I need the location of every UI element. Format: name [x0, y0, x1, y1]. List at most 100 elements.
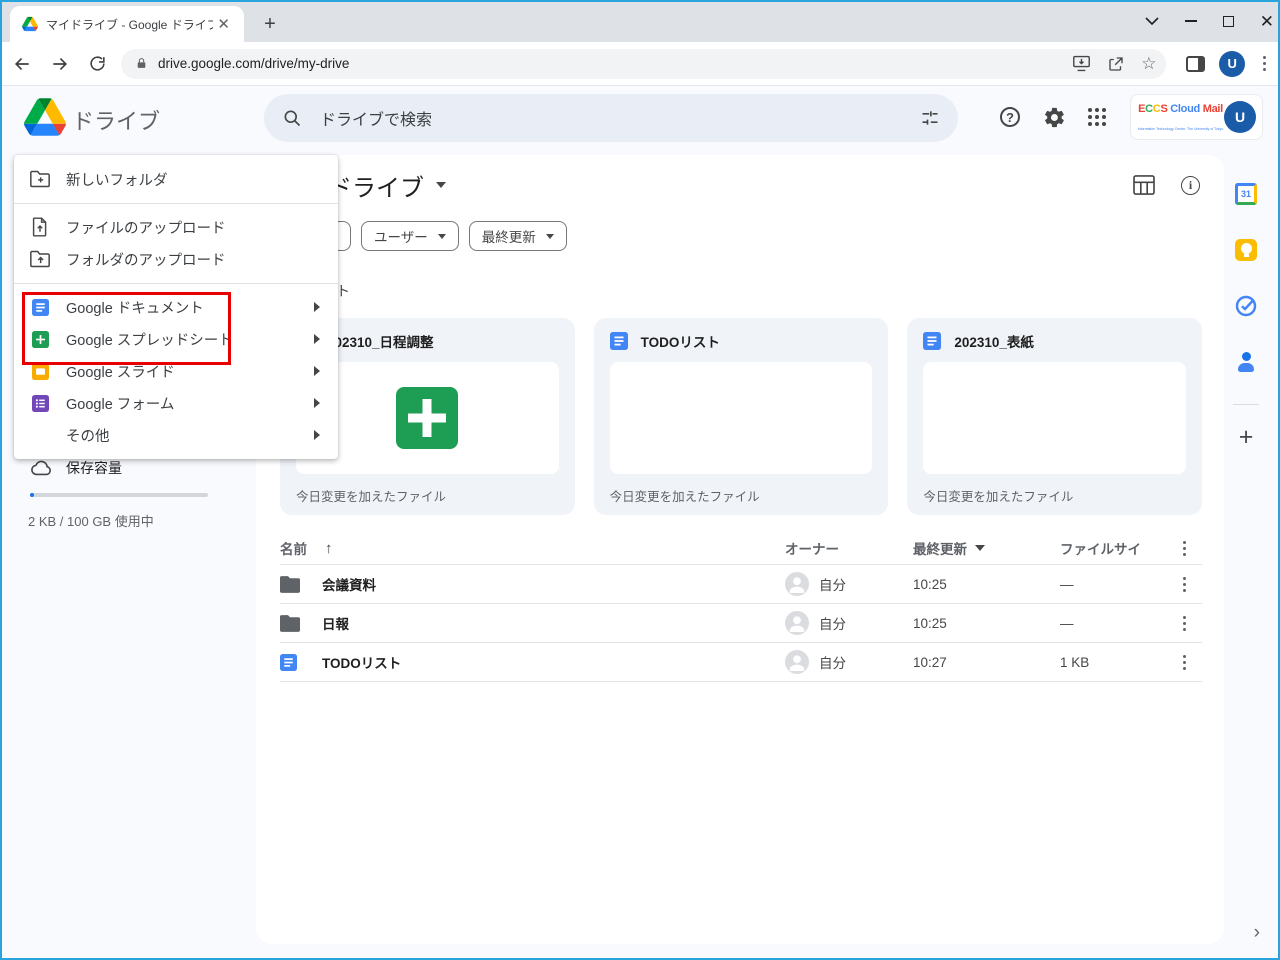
account-badge[interactable]: ECCS Cloud Mail Information Technology C… [1130, 94, 1263, 140]
owner-name: 自分 [819, 656, 846, 671]
drive-logo[interactable] [24, 98, 66, 136]
chip-modified[interactable]: 最終更新 [468, 221, 567, 251]
storage-progressbar [30, 493, 208, 497]
chevron-down-icon [545, 233, 554, 239]
apps-grid-icon[interactable] [1077, 97, 1117, 137]
layout-toggle-icon[interactable] [1133, 175, 1155, 195]
owner-avatar-icon [785, 650, 809, 674]
address-bar[interactable]: drive.google.com/drive/my-drive ☆ [121, 48, 1167, 79]
col-size-header[interactable]: ファイルサイ [1060, 538, 1166, 558]
get-addons-button[interactable]: + [1239, 415, 1254, 459]
file-name: 日報 [322, 617, 349, 632]
window-controls: ✕ [1145, 0, 1274, 42]
calendar-icon[interactable]: 31 [1226, 166, 1266, 222]
settings-gear-icon[interactable] [1034, 97, 1074, 137]
chevron-down-icon [437, 233, 446, 239]
browser-avatar[interactable]: U [1219, 50, 1246, 77]
menu-item-new-folder[interactable]: 新しいフォルダ [14, 163, 338, 195]
modified-time: 10:27 [913, 654, 947, 670]
table-row[interactable]: 会議資料 自分 10:25 — [280, 565, 1202, 604]
new-tab-button[interactable]: + [258, 13, 282, 36]
contacts-icon[interactable] [1226, 334, 1266, 390]
row-menu-button[interactable] [1166, 621, 1202, 625]
search-input[interactable]: ドライブで検索 [264, 94, 958, 142]
tab-close-icon[interactable]: ✕ [213, 15, 234, 33]
install-app-icon[interactable] [1072, 55, 1091, 72]
app-name: ドライブ [72, 109, 161, 134]
col-name-header[interactable]: 名前 [280, 538, 307, 558]
menu-item-google-docs[interactable]: Google ドキュメント [14, 291, 338, 323]
help-button[interactable]: ? [990, 97, 1030, 137]
storage-progress-fill [30, 493, 34, 497]
chip-people[interactable]: ユーザー [361, 221, 459, 251]
storage-section[interactable]: 保存容量 [30, 458, 122, 478]
file-upload-icon [30, 217, 50, 237]
table-row[interactable]: 日報 自分 10:25 — [280, 604, 1202, 643]
docs-icon [609, 332, 628, 350]
title-caret-icon[interactable] [436, 182, 446, 188]
back-button[interactable] [6, 48, 38, 80]
row-menu-button[interactable] [1166, 582, 1202, 586]
docs-icon [30, 298, 50, 316]
collapse-panel-chevron[interactable]: › [1254, 922, 1260, 944]
table-row[interactable]: TODOリスト 自分 10:27 1 KB [280, 643, 1202, 682]
tasks-icon[interactable] [1226, 278, 1266, 334]
file-card[interactable]: 202310_表紙 今日変更を加えたファイル [907, 318, 1203, 515]
maximize-button[interactable] [1222, 15, 1234, 27]
file-card-reason: 今日変更を加えたファイル [923, 490, 1074, 504]
minimize-button[interactable] [1184, 20, 1197, 22]
submenu-arrow-icon [314, 430, 320, 440]
browser-toolbar: drive.google.com/drive/my-drive ☆ U [0, 42, 1280, 86]
forms-icon [30, 394, 50, 412]
side-panel-icon[interactable] [1186, 55, 1206, 72]
row-menu-button[interactable] [1166, 660, 1202, 664]
owner-name: 自分 [819, 617, 846, 632]
share-icon[interactable] [1107, 55, 1125, 73]
new-dropdown-menu: 新しいフォルダ ファイルのアップロード フォルダのアップロード Google ド… [14, 155, 338, 459]
window-close-button[interactable]: ✕ [1260, 13, 1274, 30]
suggested-cards: 202310_日程調整 今日変更を加えたファイル TODOリスト 今日変更を加え… [280, 318, 1203, 515]
window-chevron-icon[interactable] [1145, 17, 1159, 25]
file-card-name: TODOリスト [640, 335, 720, 350]
file-card-reason: 今日変更を加えたファイル [609, 490, 760, 504]
screen: マイドライブ - Google ドライブ ✕ + ✕ drive.google.… [0, 0, 1280, 960]
menu-item-file-upload[interactable]: ファイルのアップロード [14, 211, 338, 243]
browser-tabstrip: マイドライブ - Google ドライブ ✕ + ✕ [0, 0, 1280, 42]
browser-tab[interactable]: マイドライブ - Google ドライブ ✕ [10, 6, 244, 42]
forward-button[interactable] [44, 48, 76, 80]
browser-menu-icon[interactable] [1263, 62, 1266, 65]
menu-item-google-forms[interactable]: Google フォーム [14, 387, 338, 419]
slides-icon [30, 362, 50, 380]
menu-item-folder-upload[interactable]: フォルダのアップロード [14, 243, 338, 275]
col-modified-header[interactable]: 最終更新 [913, 538, 967, 558]
menu-item-google-sheets[interactable]: Google スプレッドシート [14, 323, 338, 355]
modified-time: 10:25 [913, 615, 947, 631]
keep-icon[interactable] [1226, 222, 1266, 278]
menu-item-more[interactable]: その他 [14, 419, 338, 451]
file-card[interactable]: TODOリスト 今日変更を加えたファイル [593, 318, 889, 515]
storage-usage-text: 2 KB / 100 GB 使用中 [28, 514, 154, 529]
url-text: drive.google.com/drive/my-drive [158, 56, 350, 71]
submenu-arrow-icon [314, 398, 320, 408]
search-options-icon[interactable] [920, 108, 940, 128]
col-owner-header[interactable]: オーナー [785, 538, 913, 558]
file-size: 1 KB [1060, 654, 1090, 670]
bookmark-star-icon[interactable]: ☆ [1141, 54, 1156, 74]
table-header-menu[interactable] [1166, 546, 1202, 550]
docs-icon [280, 653, 322, 671]
reload-button[interactable] [81, 48, 113, 80]
tab-title: マイドライブ - Google ドライブ [46, 17, 214, 32]
submenu-arrow-icon [314, 366, 320, 376]
side-panel: 31 + [1226, 166, 1266, 459]
drive-favicon [22, 16, 38, 32]
menu-item-google-slides[interactable]: Google スライド [14, 355, 338, 387]
folder-upload-icon [30, 250, 50, 268]
sort-asc-icon[interactable]: ↑ [325, 540, 333, 557]
info-icon[interactable]: i [1181, 175, 1200, 195]
submenu-arrow-icon [314, 302, 320, 312]
sheets-icon-large [396, 387, 459, 449]
cloud-icon [31, 460, 51, 476]
modified-time: 10:25 [913, 576, 947, 592]
drive-avatar[interactable]: U [1224, 101, 1256, 133]
drive-header: ドライブ ドライブで検索 ? ECCS Cloud Mail Informati… [0, 86, 1280, 155]
